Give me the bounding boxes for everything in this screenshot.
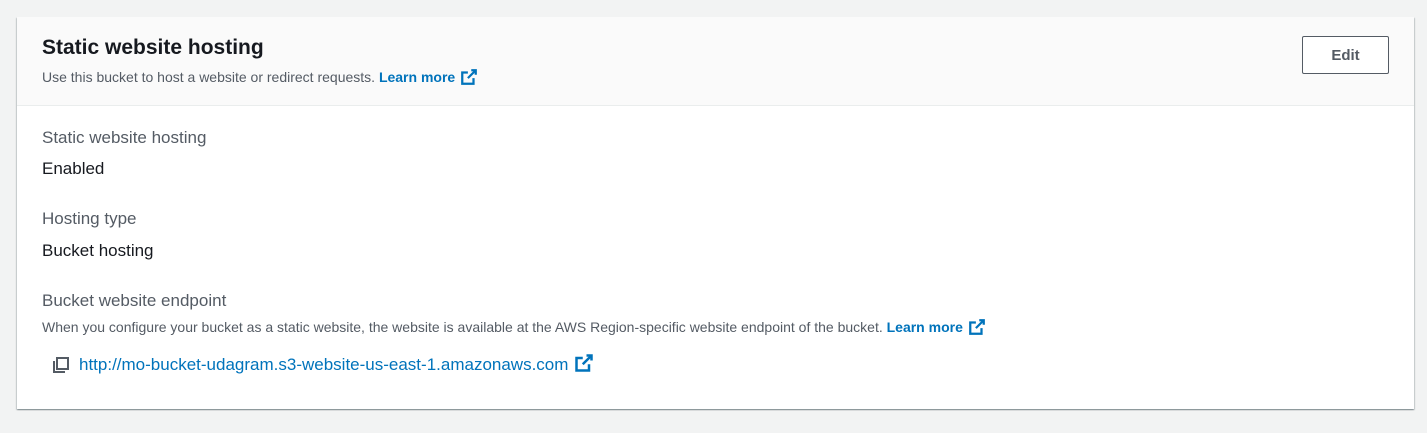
hosting-type-value: Bucket hosting (42, 241, 154, 260)
endpoint-learn-more-link[interactable]: Learn more (887, 319, 986, 335)
hosting-type-label: Hosting type (42, 209, 137, 228)
header-learn-more-link[interactable]: Learn more (379, 69, 478, 85)
static-website-hosting-panel: Static website hosting Use this bucket t… (17, 17, 1414, 409)
panel-description-text: Use this bucket to host a website or red… (42, 69, 376, 85)
endpoint-label: Bucket website endpoint (42, 291, 227, 310)
endpoint-description-text: When you configure your bucket as a stat… (42, 319, 883, 335)
edit-button[interactable]: Edit (1302, 36, 1389, 74)
endpoint-learn-more-label: Learn more (886, 319, 963, 335)
panel-description: Use this bucket to host a website or red… (42, 68, 478, 90)
endpoint-url-link[interactable]: http://mo-bucket-udagram.s3-website-us-e… (79, 355, 568, 375)
external-link-icon (460, 68, 478, 90)
endpoint-description: When you configure your bucket as a stat… (42, 318, 986, 340)
static-hosting-value: Enabled (42, 159, 105, 178)
panel-header: Static website hosting Use this bucket t… (17, 17, 1414, 106)
endpoint-url-row: http://mo-bucket-udagram.s3-website-us-e… (51, 353, 594, 377)
header-learn-more-label: Learn more (378, 69, 456, 85)
external-link-icon[interactable] (574, 353, 594, 378)
external-link-icon (968, 318, 986, 340)
panel-title: Static website hosting (42, 36, 264, 59)
static-hosting-label: Static website hosting (42, 128, 207, 147)
copy-icon[interactable] (51, 355, 71, 375)
